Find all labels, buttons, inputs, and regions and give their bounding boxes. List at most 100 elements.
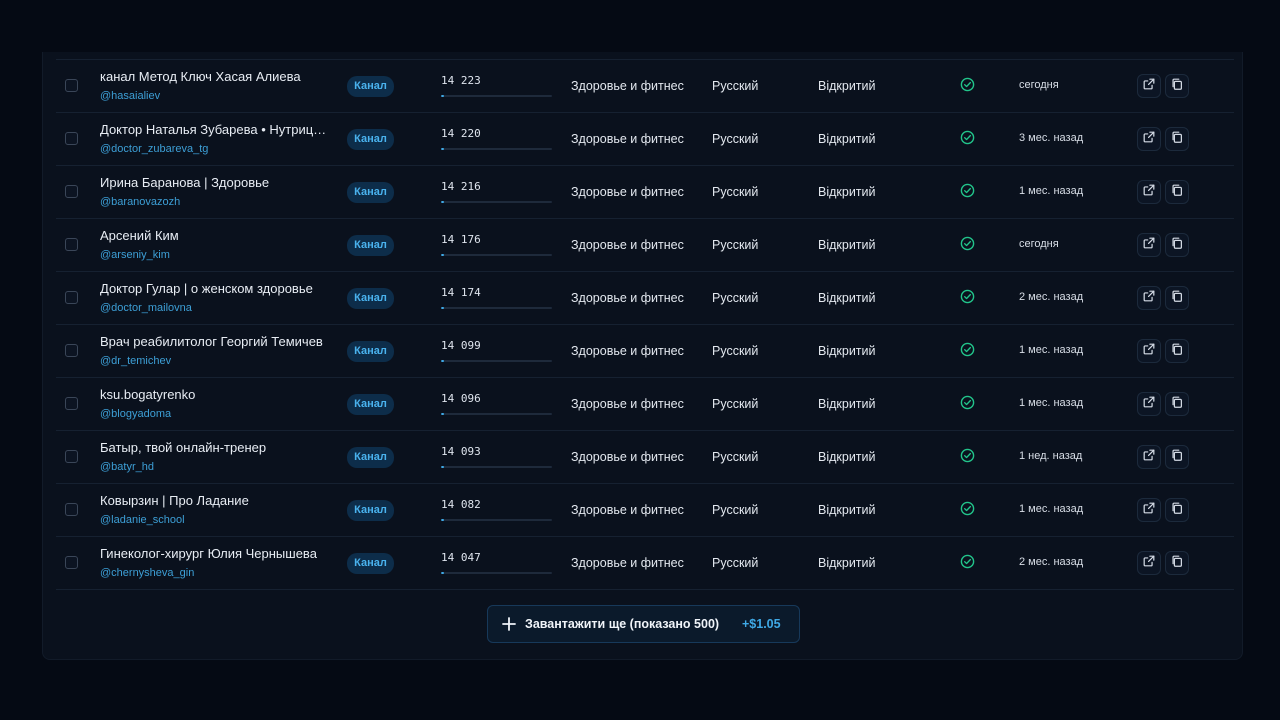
access-status: Відкритий [818,397,876,411]
subscribers-bar [441,360,552,362]
channel-name[interactable]: Гинеколог-хирург Юлия Чернышева [100,546,332,561]
copy-icon [1170,501,1184,520]
plus-icon [502,617,516,631]
subscribers-bar [441,201,552,203]
copy-button[interactable] [1165,392,1189,416]
channel-name[interactable]: Арсений Ким [100,228,332,243]
open-link-button[interactable] [1137,233,1161,257]
copy-icon [1170,130,1184,149]
channel-name[interactable]: Доктор Гулар | о женском здоровье [100,281,332,296]
row-checkbox[interactable] [65,238,78,251]
external-link-icon [1142,183,1156,202]
type-badge: Канал [347,129,394,150]
copy-button[interactable] [1165,74,1189,98]
language: Русский [712,132,759,146]
open-link-button[interactable] [1137,74,1161,98]
copy-button[interactable] [1165,127,1189,151]
copy-button[interactable] [1165,339,1189,363]
row-checkbox[interactable] [65,132,78,145]
table-row[interactable]: Ирина Баранова | Здоровье @baranovazozh Ка… [56,166,1234,219]
subscribers-bar [441,413,552,415]
row-checkbox[interactable] [65,450,78,463]
last-updated: 1 мес. назад [1019,397,1084,409]
table-row[interactable]: Батыр, твой онлайн-тренер @batyr_hd Канал 1… [56,431,1234,484]
last-updated: 1 нед. назад [1019,450,1083,462]
load-more-button[interactable]: Завантажити ще (показано 500) +$1.05 [487,605,800,643]
external-link-icon [1142,342,1156,361]
row-checkbox[interactable] [65,503,78,516]
last-updated: сегодня [1019,238,1059,250]
category: Здоровье и фитнес [571,503,684,517]
channel-handle[interactable]: @batyr_hd [100,461,154,473]
row-checkbox[interactable] [65,79,78,92]
open-link-button[interactable] [1137,392,1161,416]
open-link-button[interactable] [1137,498,1161,522]
language: Русский [712,397,759,411]
check-circle-icon [960,501,975,516]
copy-button[interactable] [1165,551,1189,575]
category: Здоровье и фитнес [571,132,684,146]
table-row[interactable]: Доктор Гулар | о женском здоровье @doctor… [56,272,1234,325]
check-circle-icon [960,554,975,569]
table-row[interactable]: Ковырзин | Про Ладание @ladanie_school Кан… [56,484,1234,537]
open-link-button[interactable] [1137,286,1161,310]
subscribers-count: 14 216 [441,180,481,193]
row-checkbox[interactable] [65,397,78,410]
copy-icon [1170,289,1184,308]
language: Русский [712,238,759,252]
external-link-icon [1142,130,1156,149]
copy-button[interactable] [1165,498,1189,522]
channel-handle[interactable]: @baranovazozh [100,196,180,208]
table-row[interactable]: канал Метод Ключ Хасая Алиева @hasaialiev… [56,60,1234,113]
copy-icon [1170,554,1184,573]
external-link-icon [1142,448,1156,467]
row-checkbox[interactable] [65,344,78,357]
channel-handle[interactable]: @blogyadoma [100,408,171,420]
last-updated: 1 мес. назад [1019,344,1084,356]
copy-button[interactable] [1165,445,1189,469]
channel-name[interactable]: Доктор Наталья Зубарева • Нутрициолог [100,122,332,137]
copy-button[interactable] [1165,286,1189,310]
table-row[interactable]: Доктор Наталья Зубарева • Нутрициолог @do… [56,113,1234,166]
open-link-button[interactable] [1137,445,1161,469]
channel-name[interactable]: Ирина Баранова | Здоровье [100,175,332,190]
table-row[interactable]: Врач реабилитолог Георгий Темичев @dr_tem… [56,325,1234,378]
subscribers-bar-fill [441,413,445,415]
open-link-button[interactable] [1137,127,1161,151]
copy-icon [1170,448,1184,467]
channel-handle[interactable]: @dr_temichev [100,355,171,367]
channel-handle[interactable]: @ladanie_school [100,514,185,526]
copy-button[interactable] [1165,233,1189,257]
table-row[interactable]: ksu.bogatyrenko @blogyadoma Канал 14 096 Здо… [56,378,1234,431]
channel-name[interactable]: Батыр, твой онлайн-тренер [100,440,332,455]
table-row[interactable]: Гинеколог-хирург Юлия Чернышева @chernysh… [56,537,1234,590]
channel-handle[interactable]: @doctor_mailovna [100,302,192,314]
row-checkbox[interactable] [65,185,78,198]
subscribers-count: 14 174 [441,286,481,299]
channel-handle[interactable]: @hasaialiev [100,90,160,102]
channel-name[interactable]: Врач реабилитолог Георгий Темичев [100,334,332,349]
last-updated: 2 мес. назад [1019,556,1084,568]
external-link-icon [1142,554,1156,573]
channel-handle[interactable]: @arseniy_kim [100,249,170,261]
open-link-button[interactable] [1137,551,1161,575]
check-circle-icon [960,342,975,357]
row-checkbox[interactable] [65,556,78,569]
open-link-button[interactable] [1137,339,1161,363]
type-badge: Канал [347,394,394,415]
channel-name[interactable]: канал Метод Ключ Хасая Алиева [100,69,332,84]
channels-table: канал Метод Ключ Хасая Алиева @hasaialiev… [56,59,1234,590]
language: Русский [712,450,759,464]
table-row[interactable]: Арсений Ким @arseniy_kim Канал 14 176 Здоров… [56,219,1234,272]
channel-handle[interactable]: @doctor_zubareva_tg [100,143,208,155]
channel-handle[interactable]: @chernysheva_gin [100,567,194,579]
row-checkbox[interactable] [65,291,78,304]
channels-table-panel: канал Метод Ключ Хасая Алиева @hasaialiev… [42,52,1243,660]
open-link-button[interactable] [1137,180,1161,204]
channel-name[interactable]: ksu.bogatyrenko [100,387,332,402]
channel-name[interactable]: Ковырзин | Про Ладание [100,493,332,508]
copy-button[interactable] [1165,180,1189,204]
access-status: Відкритий [818,79,876,93]
copy-icon [1170,395,1184,414]
external-link-icon [1142,236,1156,255]
